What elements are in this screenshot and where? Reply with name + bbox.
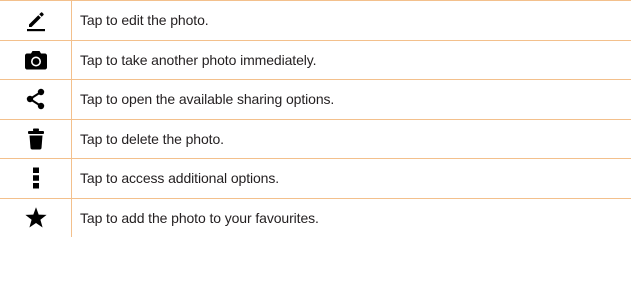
icon-cell xyxy=(0,159,72,198)
row-description: Tap to edit the photo. xyxy=(80,12,209,29)
more-vertical-icon xyxy=(32,167,40,189)
trash-icon xyxy=(27,128,45,150)
row-description: Tap to access additional options. xyxy=(80,170,280,187)
table-row: Tap to add the photo to your favourites. xyxy=(0,198,631,237)
table-row: Tap to take another photo immediately. xyxy=(0,40,631,80)
edit-pencil-icon xyxy=(24,8,48,32)
row-description: Tap to take another photo immediately. xyxy=(80,51,317,68)
camera-icon xyxy=(24,50,47,70)
icon-cell xyxy=(0,1,72,40)
row-description: Tap to add the photo to your favourites. xyxy=(80,209,319,226)
icon-description-table: Tap to edit the photo. Tap to take anoth… xyxy=(0,0,631,237)
icon-cell xyxy=(0,80,72,119)
table-row: Tap to access additional options. xyxy=(0,159,631,199)
table-row: Tap to open the available sharing option… xyxy=(0,80,631,120)
star-icon xyxy=(24,206,48,230)
share-icon xyxy=(26,88,46,110)
icon-cell xyxy=(0,198,72,237)
table-row: Tap to delete the photo. xyxy=(0,119,631,159)
icon-cell xyxy=(0,40,72,79)
row-description: Tap to delete the photo. xyxy=(80,130,224,147)
icon-cell xyxy=(0,119,72,158)
table-row: Tap to edit the photo. xyxy=(0,1,631,41)
row-description: Tap to open the available sharing option… xyxy=(80,91,335,108)
